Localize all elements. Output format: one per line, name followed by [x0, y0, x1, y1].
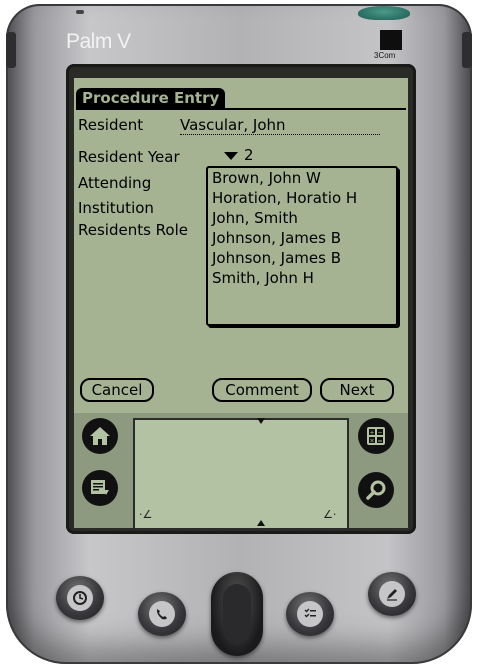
memo-pad-button[interactable]: [368, 572, 416, 616]
pad-divider-top: [257, 418, 265, 424]
list-item[interactable]: John, Smith: [208, 208, 396, 228]
pad-divider-bottom: [257, 520, 265, 526]
phone-book-icon: [149, 601, 175, 627]
list-item[interactable]: Johnson, James B: [208, 248, 396, 268]
svg-text:×: ×: [369, 438, 374, 445]
left-side-clip: [6, 32, 16, 68]
home-icon[interactable]: [82, 418, 118, 454]
right-side-clip: [462, 32, 472, 68]
form-title: Procedure Entry: [76, 88, 226, 108]
power-button[interactable]: [358, 6, 410, 20]
list-item[interactable]: Brown, John W: [208, 168, 396, 188]
institution-label: Institution: [78, 199, 154, 217]
to-do-list-icon: [297, 601, 323, 627]
date-book-icon: [67, 585, 93, 611]
logo-text: 3Com: [374, 51, 396, 60]
scroll-rocker-button[interactable]: [211, 572, 263, 656]
list-item[interactable]: Johnson, James B: [208, 228, 396, 248]
list-item[interactable]: Smith, John H: [208, 268, 396, 288]
svg-text:+: +: [369, 430, 374, 437]
resident-label: Resident: [78, 116, 144, 134]
resident-year-label: Resident Year: [78, 148, 180, 166]
3com-logo: [380, 30, 402, 50]
lcd-screen: Procedure Entry Resident Vascular, John …: [74, 78, 408, 413]
svg-text:−: −: [377, 430, 382, 437]
svg-text:=: =: [377, 438, 382, 445]
attending-label: Attending: [78, 174, 152, 192]
stylus-notch: [76, 10, 84, 14]
to-do-list-button[interactable]: [286, 592, 334, 636]
brand-label: Palm V: [66, 30, 131, 53]
resident-field[interactable]: Vascular, John: [180, 116, 380, 135]
resident-year-value[interactable]: 2: [244, 146, 254, 164]
number-mode-mark-icon: ∠·: [323, 508, 337, 521]
phone-book-button[interactable]: [138, 592, 186, 636]
letter-mode-mark-icon: ·∠: [139, 508, 153, 521]
scroll-rocker-inner: [223, 584, 251, 644]
form-title-bar: Procedure Entry: [76, 88, 406, 110]
find-icon[interactable]: [358, 472, 394, 508]
comment-button[interactable]: Comment: [212, 378, 312, 402]
menu-icon[interactable]: [82, 470, 118, 506]
year-dropdown-arrow-icon[interactable]: [224, 152, 238, 160]
memo-pad-icon: [379, 581, 405, 607]
graffiti-writing-pad[interactable]: ·∠ ∠·: [133, 418, 349, 530]
date-book-button[interactable]: [56, 576, 104, 620]
next-button[interactable]: Next: [320, 378, 394, 402]
cancel-button[interactable]: Cancel: [80, 378, 154, 402]
calculator-icon[interactable]: + − × =: [358, 418, 394, 454]
attending-popup-list[interactable]: Brown, John W Horation, Horatio H John, …: [206, 166, 398, 326]
list-item[interactable]: Horation, Horatio H: [208, 188, 396, 208]
residents-role-label: Residents Role: [78, 221, 189, 239]
